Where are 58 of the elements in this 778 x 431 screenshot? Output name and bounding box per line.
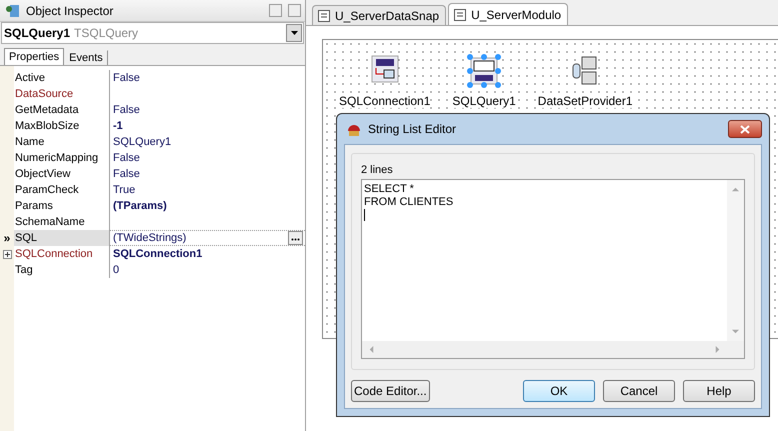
editor-tab[interactable]: U_ServerModulo xyxy=(448,3,568,25)
scroll-up-icon[interactable] xyxy=(732,186,739,193)
property-value[interactable]: True xyxy=(113,182,136,198)
property-value[interactable]: SQLConnection1 xyxy=(113,246,202,262)
vertical-scrollbar[interactable] xyxy=(727,180,744,341)
property-name[interactable]: NumericMapping xyxy=(14,150,110,166)
property-name[interactable]: SQL xyxy=(14,230,110,246)
close-button[interactable] xyxy=(728,120,762,138)
dialog-button[interactable]: OK xyxy=(523,380,595,402)
editor-tab[interactable]: U_ServerDataSnap xyxy=(312,5,446,25)
property-name[interactable]: GetMetadata xyxy=(14,102,110,118)
property-value[interactable]: False xyxy=(113,150,140,166)
inspector-title: Object Inspector xyxy=(26,4,114,18)
ellipsis-icon xyxy=(291,238,300,241)
unit-file-icon xyxy=(453,8,468,22)
horizontal-scrollbar[interactable] xyxy=(362,341,727,358)
ellipsis-button[interactable] xyxy=(288,231,303,245)
property-name[interactable]: MaxBlobSize xyxy=(14,118,110,134)
component-label: SQLQuery1 xyxy=(452,94,516,108)
property-value[interactable]: -1 xyxy=(113,118,123,134)
property-value[interactable]: 0 xyxy=(113,262,120,278)
query-component-icon[interactable] xyxy=(467,54,502,88)
line-count: 2 lines xyxy=(361,164,394,176)
property-name[interactable]: SQLConnection xyxy=(14,246,110,262)
component-label: SQLConnection1 xyxy=(339,94,430,108)
property-value[interactable]: False xyxy=(113,166,140,182)
dropdown-button[interactable] xyxy=(286,24,302,42)
property-name[interactable]: DataSource xyxy=(14,86,110,102)
property-name[interactable]: Tag xyxy=(14,262,110,278)
inspector-icon xyxy=(4,2,20,18)
property-name[interactable]: Params xyxy=(14,198,110,214)
component-label: DataSetProvider1 xyxy=(538,94,632,108)
property-value[interactable]: SQLQuery1 xyxy=(113,134,172,150)
dialog-button[interactable]: Code Editor... xyxy=(351,380,430,402)
property-value[interactable]: False xyxy=(113,70,140,86)
property-name[interactable]: Active xyxy=(14,70,110,86)
dialog-button[interactable]: Help xyxy=(683,380,755,402)
dialog-button[interactable]: Cancel xyxy=(603,380,675,402)
caret-icon xyxy=(290,31,298,35)
expand-icon[interactable] xyxy=(2,250,12,258)
unit-file-icon xyxy=(317,8,331,22)
property-name[interactable]: ObjectView xyxy=(14,166,110,182)
object-selector[interactable]: SQLQuery1 TSQLQuery xyxy=(1,22,304,44)
scroll-left-icon[interactable] xyxy=(368,346,375,353)
text-editor-field[interactable]: SELECT * FROM CLIENTES xyxy=(361,179,745,359)
scroll-down-icon[interactable] xyxy=(732,328,739,335)
scrollbar-corner xyxy=(727,341,744,358)
dialog-title: String List Editor xyxy=(368,122,458,136)
pin-button[interactable] xyxy=(269,4,282,17)
current-row-marker: » xyxy=(4,231,10,245)
property-value[interactable]: False xyxy=(113,102,140,118)
property-value[interactable]: (TWideStrings) xyxy=(113,230,186,246)
property-name[interactable]: ParamCheck xyxy=(14,182,110,198)
property-name[interactable]: Name xyxy=(14,134,110,150)
property-value[interactable]: (TParams) xyxy=(113,198,167,214)
inspector-tab[interactable]: Properties xyxy=(4,48,64,65)
scroll-right-icon[interactable] xyxy=(714,346,721,353)
close-icon xyxy=(740,124,750,134)
